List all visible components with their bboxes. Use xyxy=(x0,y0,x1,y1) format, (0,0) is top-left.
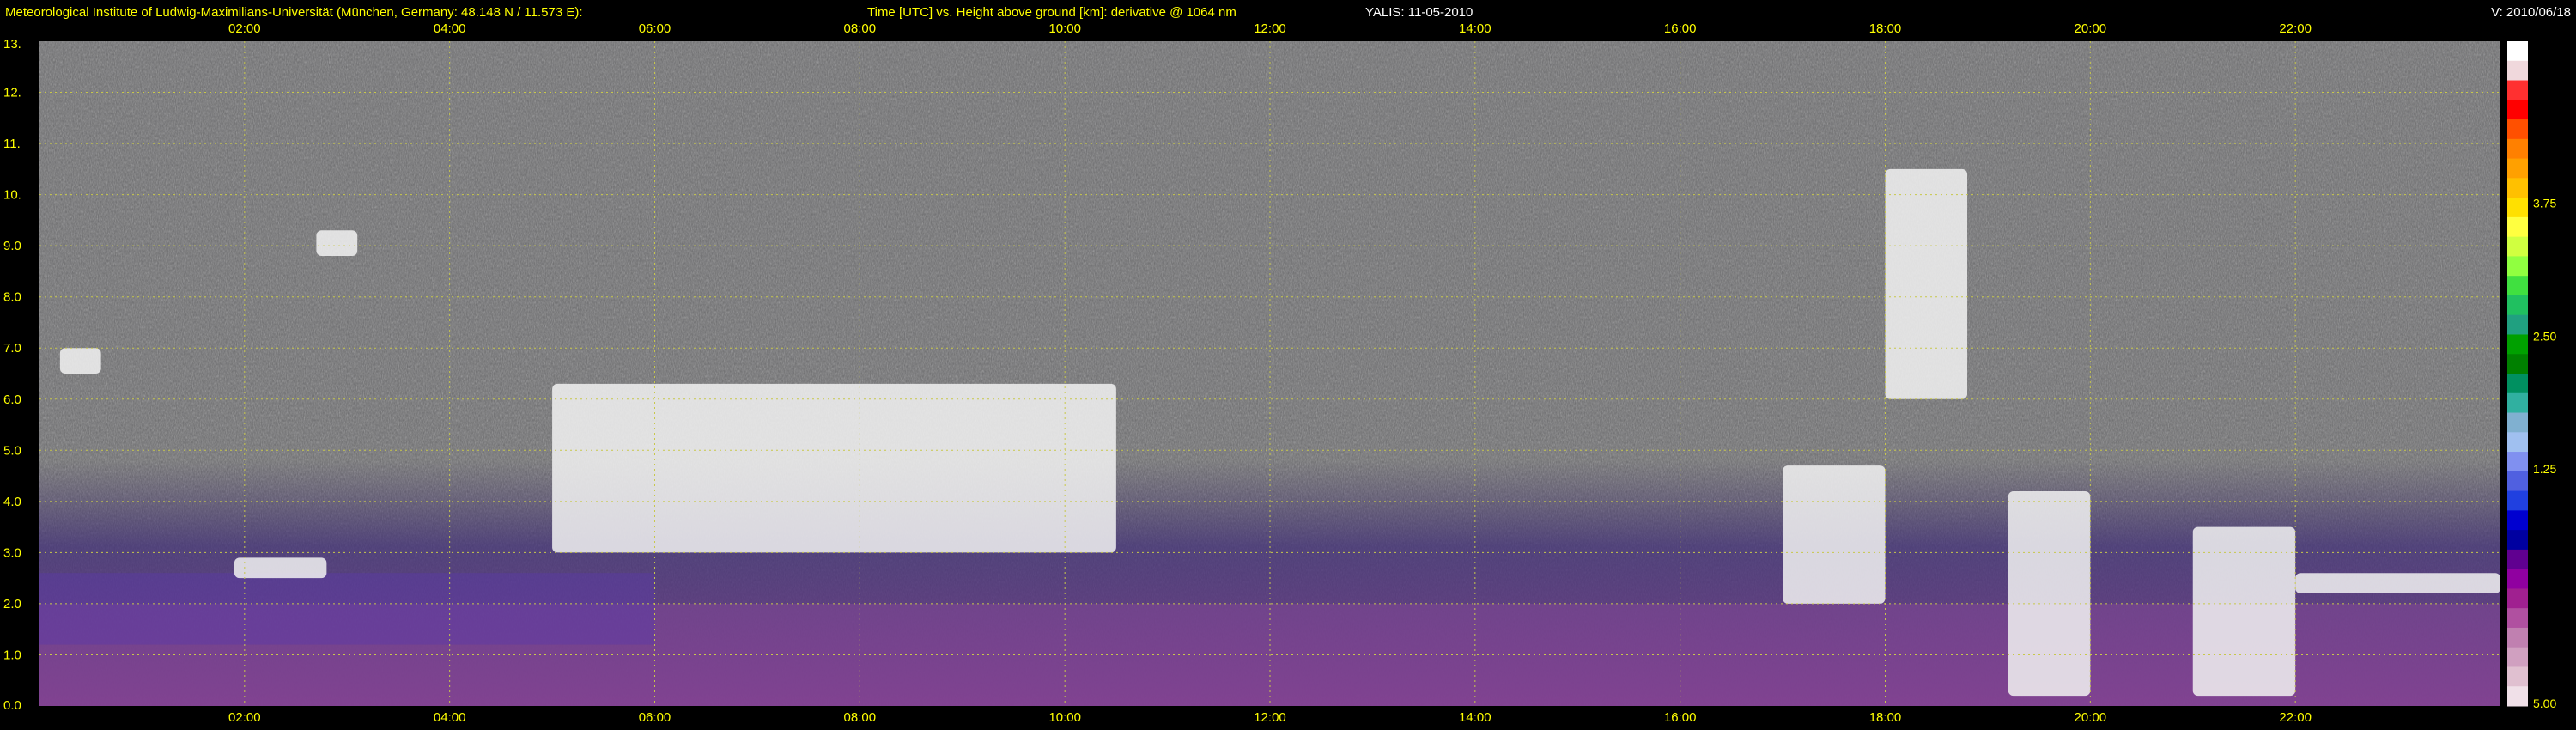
y-tick-label: 4.0 xyxy=(3,495,21,509)
colorbar-swatch xyxy=(2507,178,2528,198)
x-tick-label-top: 08:00 xyxy=(844,21,877,36)
colorbar-swatch xyxy=(2507,530,2528,551)
y-tick-label: 13. xyxy=(3,37,21,52)
colorbar-swatch xyxy=(2507,119,2528,140)
header-institute: Meteorological Institute of Ludwig-Maxim… xyxy=(5,5,583,20)
colorbar-swatch xyxy=(2507,60,2528,82)
header-instrument: YALIS: 11-05-2010 xyxy=(1365,5,1473,20)
y-tick-label: 3.0 xyxy=(3,545,21,560)
x-tick-label-bottom: 06:00 xyxy=(639,710,671,725)
colorbar-swatch xyxy=(2507,608,2528,629)
x-tick-label-top: 22:00 xyxy=(2279,21,2312,36)
y-tick-label: 7.0 xyxy=(3,341,21,356)
colorbar-swatch xyxy=(2507,471,2528,492)
y-tick-label: 2.0 xyxy=(3,597,21,611)
colorbar-swatch xyxy=(2507,138,2528,160)
colorbar-swatch xyxy=(2507,569,2528,589)
y-axis: 0.0 1.0 2.0 3.0 4.0 5.0 6.0 7.0 8.0 9.0 10. 11. 12. 1… xyxy=(3,37,21,713)
cloud-6 xyxy=(1783,465,1886,604)
cloud-2 xyxy=(234,557,327,579)
cloud-7 xyxy=(1885,168,1968,399)
colorbar-swatch xyxy=(2507,295,2528,316)
colorbar-tick-label: 3.75 xyxy=(2533,197,2556,210)
colorbar: 3.75 2.50 1.25 5.00 xyxy=(2507,41,2556,710)
colorbar-tick-label: 2.50 xyxy=(2533,329,2556,343)
colorbar-swatch xyxy=(2507,276,2528,296)
x-tick-label-bottom: 08:00 xyxy=(844,710,877,725)
colorbar-swatch xyxy=(2507,588,2528,609)
header-version: V: 2010/06/18 xyxy=(2491,5,2571,20)
x-tick-label-top: 06:00 xyxy=(639,21,671,36)
x-tick-label-bottom: 14:00 xyxy=(1459,710,1492,725)
colorbar-swatch xyxy=(2507,374,2528,394)
colorbar-swatch xyxy=(2507,412,2528,433)
colorbar-swatch xyxy=(2507,510,2528,531)
x-tick-label-top: 16:00 xyxy=(1664,21,1697,36)
x-tick-label-bottom: 22:00 xyxy=(2279,710,2312,725)
cloud-9 xyxy=(2192,526,2296,697)
cloud-3 xyxy=(59,348,101,374)
x-tick-label-top: 10:00 xyxy=(1048,21,1081,36)
x-tick-label-bottom: 02:00 xyxy=(228,710,261,725)
x-tick-label-top: 14:00 xyxy=(1459,21,1492,36)
colorbar-swatch xyxy=(2507,647,2528,667)
lidar-chart: Meteorological Institute of Ludwig-Maxim… xyxy=(3,5,2571,725)
y-tick-label: 0.0 xyxy=(3,698,21,713)
colorbar-swatch xyxy=(2507,256,2528,277)
x-tick-label-bottom: 18:00 xyxy=(1869,710,1902,725)
x-tick-label-bottom: 16:00 xyxy=(1664,710,1697,725)
colorbar-swatch xyxy=(2507,198,2528,218)
colorbar-tick-label: 5.00 xyxy=(2533,697,2556,710)
colorbar-swatch xyxy=(2507,432,2528,453)
aerosol-layer-1 xyxy=(39,573,655,645)
x-tick-label-bottom: 20:00 xyxy=(2075,710,2107,725)
colorbar-swatch xyxy=(2507,392,2528,414)
colorbar-swatch xyxy=(2507,158,2528,179)
colorbar-swatch xyxy=(2507,334,2528,355)
y-tick-label: 12. xyxy=(3,86,21,100)
colorbar-swatch xyxy=(2507,666,2528,687)
x-tick-label-bottom: 12:00 xyxy=(1254,710,1286,725)
colorbar-swatch xyxy=(2507,314,2528,335)
colorbar-swatch xyxy=(2507,549,2528,570)
colorbar-swatch xyxy=(2507,354,2528,374)
y-tick-label: 6.0 xyxy=(3,392,21,407)
x-tick-label-top: 12:00 xyxy=(1254,21,1286,36)
colorbar-tick-label: 1.25 xyxy=(2533,462,2556,476)
cloud-5 xyxy=(552,383,1116,553)
colorbar-swatch xyxy=(2507,216,2528,238)
y-tick-label: 5.0 xyxy=(3,443,21,458)
x-tick-label-bottom: 04:00 xyxy=(434,710,466,725)
x-tick-label-bottom: 10:00 xyxy=(1048,710,1081,725)
cloud-10 xyxy=(2295,573,2500,594)
colorbar-swatch xyxy=(2507,490,2528,511)
colorbar-swatch xyxy=(2507,236,2528,257)
y-tick-label: 9.0 xyxy=(3,239,21,253)
y-tick-label: 11. xyxy=(3,137,21,151)
colorbar-swatch xyxy=(2507,100,2528,120)
x-tick-label-top: 20:00 xyxy=(2075,21,2107,36)
header-axes-description: Time [UTC] vs. Height above ground [km]:… xyxy=(867,5,1236,20)
x-tick-label-top: 02:00 xyxy=(228,21,261,36)
cloud-4 xyxy=(316,230,358,257)
x-tick-label-top: 18:00 xyxy=(1869,21,1902,36)
colorbar-swatch xyxy=(2507,686,2528,707)
y-tick-label: 1.0 xyxy=(3,648,21,662)
colorbar-swatch xyxy=(2507,80,2528,100)
y-tick-label: 8.0 xyxy=(3,290,21,305)
plot-area xyxy=(39,41,2500,706)
colorbar-swatch xyxy=(2507,452,2528,472)
cloud-8 xyxy=(2008,490,2091,697)
colorbar-swatch xyxy=(2507,627,2528,648)
y-tick-label: 10. xyxy=(3,188,21,203)
x-tick-label-top: 04:00 xyxy=(434,21,466,36)
colorbar-swatch xyxy=(2507,41,2528,62)
